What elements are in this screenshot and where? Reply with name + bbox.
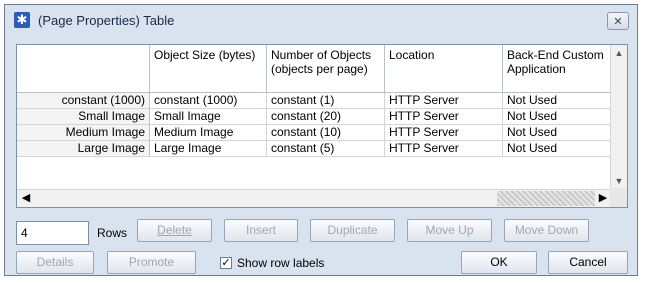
- table-cell[interactable]: Large Image: [150, 141, 267, 157]
- table-cell[interactable]: Not Used: [503, 125, 612, 141]
- scrollbar-corner: [610, 188, 627, 207]
- table-cell[interactable]: HTTP Server: [385, 125, 503, 141]
- table-cell[interactable]: HTTP Server: [385, 109, 503, 125]
- table-cell[interactable]: Small Image: [150, 109, 267, 125]
- table-cell[interactable]: Medium Image: [150, 125, 267, 141]
- dialog-title: (Page Properties) Table: [38, 13, 175, 28]
- table-cell[interactable]: constant (1000): [150, 93, 267, 109]
- move-up-label: Move Up: [425, 223, 474, 237]
- vertical-scrollbar[interactable]: ▲ ▼: [610, 45, 627, 190]
- table-cell[interactable]: HTTP Server: [385, 141, 503, 157]
- row-label[interactable]: Large Image: [17, 141, 150, 157]
- table-cell[interactable]: HTTP Server: [385, 93, 503, 109]
- title-bar: ✱ (Page Properties) Table ✕: [5, 5, 637, 35]
- table-cell[interactable]: Not Used: [503, 93, 612, 109]
- scroll-right-icon[interactable]: ▶: [595, 190, 611, 207]
- show-row-labels-checkbox[interactable]: ✓: [220, 257, 232, 269]
- promote-label: Promote: [128, 255, 175, 269]
- corner-header: [17, 45, 150, 93]
- duplicate-label: Duplicate: [327, 223, 378, 237]
- page-properties-dialog: ✱ (Page Properties) Table ✕ Object Size …: [4, 4, 638, 276]
- insert-label: Insert: [245, 223, 276, 237]
- row-label[interactable]: Small Image: [17, 109, 150, 125]
- column-header-number-of-objects[interactable]: Number of Objects (objects per page): [267, 45, 385, 93]
- delete-button[interactable]: Delete: [137, 219, 212, 242]
- table-cell[interactable]: constant (5): [267, 141, 385, 157]
- properties-table: Object Size (bytes) Number of Objects (o…: [16, 44, 628, 208]
- cancel-label: Cancel: [569, 255, 607, 269]
- horizontal-scrollbar[interactable]: ◀ ▶: [17, 189, 612, 207]
- show-row-labels-label[interactable]: Show row labels: [237, 256, 324, 270]
- table-cell[interactable]: Not Used: [503, 109, 612, 125]
- column-header-object-size[interactable]: Object Size (bytes): [150, 45, 267, 93]
- move-up-button[interactable]: Move Up: [407, 219, 492, 242]
- rows-count-input[interactable]: 4: [16, 221, 89, 245]
- details-label: Details: [36, 255, 74, 269]
- delete-label: Delete: [157, 223, 192, 237]
- move-down-button[interactable]: Move Down: [504, 219, 589, 242]
- cancel-button[interactable]: Cancel: [548, 251, 628, 274]
- scrollbar-track[interactable]: [497, 191, 595, 206]
- details-button[interactable]: Details: [16, 251, 94, 274]
- close-button[interactable]: ✕: [607, 12, 629, 30]
- column-header-backend-app[interactable]: Back-End Custom Application: [503, 45, 612, 93]
- table-cell[interactable]: Not Used: [503, 141, 612, 157]
- column-header-location[interactable]: Location: [385, 45, 503, 93]
- promote-button[interactable]: Promote: [107, 251, 196, 274]
- row-label[interactable]: constant (1000): [17, 93, 150, 109]
- move-down-label: Move Down: [514, 223, 579, 237]
- table-cell[interactable]: constant (10): [267, 125, 385, 141]
- app-icon: ✱: [14, 12, 30, 28]
- row-label[interactable]: Medium Image: [17, 125, 150, 141]
- ok-button[interactable]: OK: [461, 251, 537, 274]
- scroll-up-icon[interactable]: ▲: [611, 45, 627, 62]
- table-cell[interactable]: constant (1): [267, 93, 385, 109]
- ok-label: OK: [490, 255, 508, 269]
- scroll-left-icon[interactable]: ◀: [18, 190, 34, 207]
- duplicate-button[interactable]: Duplicate: [310, 219, 395, 242]
- insert-button[interactable]: Insert: [224, 219, 298, 242]
- rows-label: Rows: [97, 226, 128, 240]
- table-cell[interactable]: constant (20): [267, 109, 385, 125]
